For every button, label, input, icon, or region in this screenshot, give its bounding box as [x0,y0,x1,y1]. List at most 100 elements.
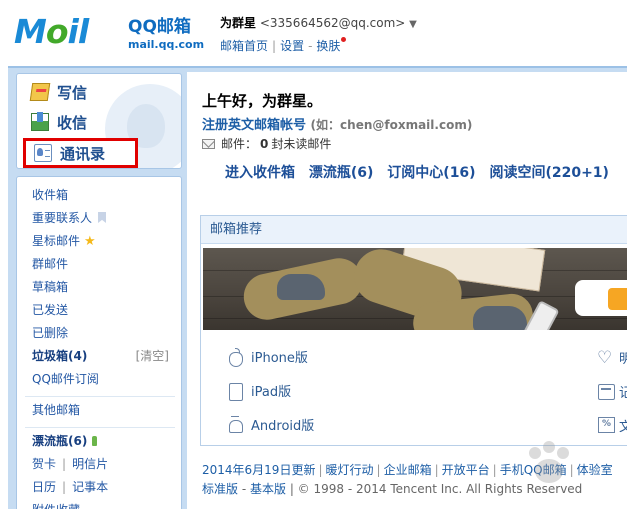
banner-shoe [473,306,527,330]
account-dropdown-icon[interactable]: ▼ [409,19,417,30]
brand-text: QQ邮箱 mail.qq.com [128,12,204,51]
nav-postcard[interactable]: 明信片 [72,457,108,471]
nav-drafts[interactable]: 草稿箱 [32,278,68,296]
nav-drift-label: 漂流瓶(6) [32,434,88,448]
open-platform-link[interactable]: 开放平台 [442,463,490,477]
unread-summary: 邮件： 0 封未读邮件 [202,135,331,152]
receive-mail-button[interactable]: 收信 [31,111,87,133]
separator: | [272,39,277,53]
contacts-label: 通讯录 [60,144,106,163]
register-alias-label: 注册英文邮箱帐号 [202,118,307,133]
separator: | [62,480,67,494]
contact-card-icon [34,144,52,162]
separator: | [318,463,323,477]
separator: - [308,39,313,53]
banner-shoe [277,274,325,300]
qq-mail-logo[interactable]: Moil [14,10,126,52]
greeting-suffix: 。 [307,92,323,110]
nav-deleted[interactable]: 已删除 [32,324,68,342]
basic-version-link[interactable]: 基本版 [250,482,286,496]
iphone-app-label: iPhone版 [251,351,308,366]
top-header: Moil QQ邮箱 mail.qq.com 为群星 <335664562@qq.… [0,0,627,66]
nav-drift-bottle[interactable]: 漂流瓶(6) [32,432,98,450]
subscription-center-link[interactable]: 订阅中心(16) [387,165,475,181]
nav-inbox[interactable]: 收件箱 [32,186,68,204]
nav-tools-row: 日历 | 记事本 [32,478,108,496]
promo-banner[interactable] [203,248,627,330]
nav-subscriptions[interactable]: QQ邮件订阅 [32,370,99,388]
nav-starred[interactable]: 星标邮件 ★ [32,232,96,250]
nav-vip-label: 重要联系人 [32,211,93,225]
folder-navigation: 收件箱 重要联系人 星标邮件 ★ 群邮件 草稿箱 已发送 已删除 垃圾箱(4) [清… [16,176,182,509]
register-alias-link[interactable]: 注册英文邮箱帐号 (如：chen@foxmail.com) [202,114,472,133]
greeting-username: 为群星 [262,92,308,110]
register-alias-hint: (如：chen@foxmail.com) [310,118,473,132]
android-icon [227,415,243,434]
unread-suffix: 封未读邮件 [271,137,332,151]
separator: | [492,463,497,477]
settings-link[interactable]: 设置 [280,39,304,53]
user-name[interactable]: 为群星 [220,16,256,30]
primary-actions-panel: 写信 收信 通讯录 [16,73,182,169]
warm-light-link[interactable]: 暖灯行动 [326,463,374,477]
nav-notepad[interactable]: 记事本 [72,480,108,494]
bottle-icon [92,436,98,446]
android-app-link[interactable]: Android版 [227,415,314,434]
separator: | [434,463,439,477]
paw-watermark-icon [529,441,569,483]
mail-home-link[interactable]: 邮箱首页 [220,39,268,53]
nav-starred-label: 星标邮件 [32,234,81,248]
bookmark-flag-icon [98,212,107,223]
user-block: 为群星 <335664562@qq.com> ▼ 邮箱首页 | 设置 - 换肤 [220,14,417,54]
star-icon: ★ [84,234,96,249]
update-date-link[interactable]: 2014年6月19日更新 [202,463,315,477]
nav-calendar[interactable]: 日历 [32,480,56,494]
mailbox-recommendations: 邮箱推荐 iPhone版 iPad版 Android版 ♡ 明 记 % 文 [200,215,627,446]
ipad-app-link[interactable]: iPad版 [227,381,292,401]
right-item-label[interactable]: 文 [619,416,627,435]
nav-greeting-card[interactable]: 贺卡 [32,457,56,471]
goto-inbox-link[interactable]: 进入收件箱 [225,165,295,181]
receive-mail-label: 收信 [57,113,88,132]
right-item-label[interactable]: 明 [619,348,627,367]
clear-spam-link[interactable]: [清空] [136,347,169,365]
ipad-app-label: iPad版 [251,385,292,400]
write-mail-button[interactable]: 写信 [29,81,88,103]
nav-group-mail[interactable]: 群邮件 [32,255,68,273]
reading-space-link[interactable]: 阅读空间(220+1) [489,165,609,181]
nav-attachments[interactable]: 附件收藏 [32,501,80,509]
logo-wordmark: Moil [14,12,89,51]
standard-version-link[interactable]: 标准版 [202,482,238,496]
unread-count: 0 [260,136,269,151]
nav-cards-row: 贺卡 | 明信片 [32,455,108,473]
user-email: <335664562@qq.com> [259,16,406,30]
nav-other-mailboxes[interactable]: 其他邮箱 [32,401,80,419]
change-skin-link[interactable]: 换肤 [316,39,340,53]
write-mail-label: 写信 [57,83,88,102]
nav-spam[interactable]: 垃圾箱(4) [清空] [32,347,177,365]
tablet-icon [227,382,243,401]
calendar-icon[interactable] [598,384,615,400]
android-app-label: Android版 [251,419,315,434]
top-links: 邮箱首页 | 设置 - 换肤 [220,37,417,54]
iphone-app-link[interactable]: iPhone版 [227,347,308,367]
drift-bottle-link[interactable]: 漂流瓶(6) [309,165,374,181]
apple-icon [227,347,243,367]
right-item-label[interactable]: 记 [619,382,627,401]
document-icon[interactable]: % [598,417,615,433]
notification-dot-icon [341,37,347,42]
nav-sent[interactable]: 已发送 [32,301,68,319]
heart-icon[interactable]: ♡ [597,350,614,367]
nav-vip-contacts[interactable]: 重要联系人 [32,209,107,227]
divider [25,396,175,397]
quick-links: 进入收件箱 漂流瓶(6) 订阅中心(16) 阅读空间(220+1) [225,162,618,182]
inbox-download-icon [31,112,49,131]
recommendations-title: 邮箱推荐 [201,216,627,244]
nav-spam-label: 垃圾箱(4) [32,349,88,363]
greeting: 上午好，为群星。 [202,90,322,111]
brand-name: QQ邮箱 [128,17,191,37]
separator: | [376,463,381,477]
mail-bubble-icon [575,280,627,316]
contacts-button[interactable]: 通讯录 [23,138,139,168]
enterprise-mail-link[interactable]: 企业邮箱 [384,463,432,477]
